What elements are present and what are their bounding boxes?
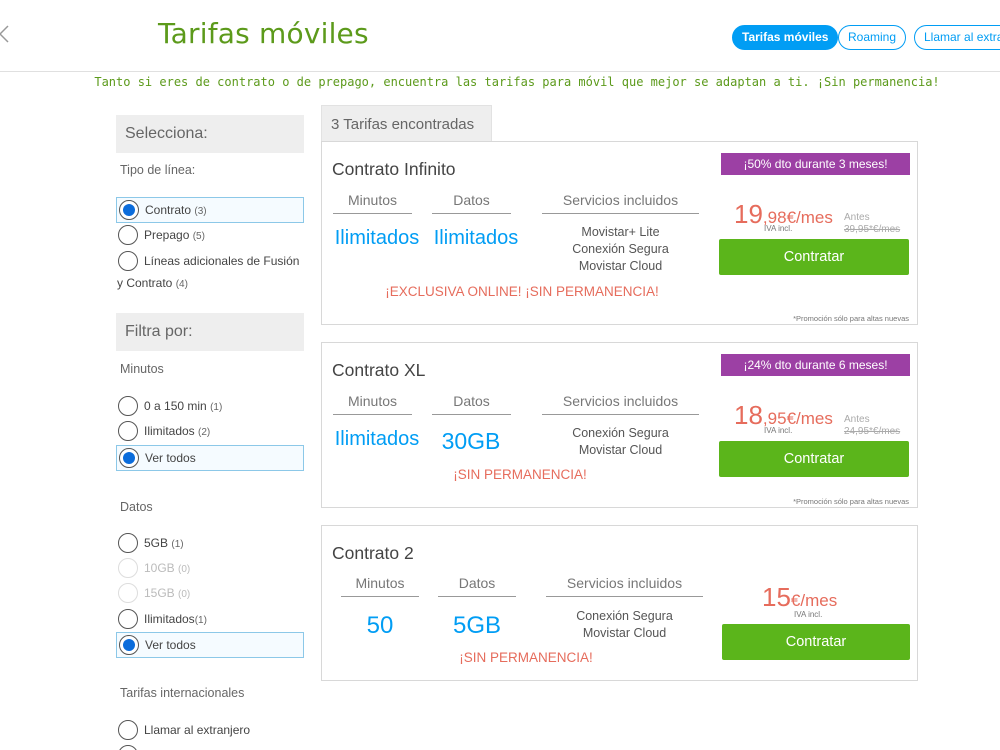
plan-price: 15€/mes: [762, 582, 838, 612]
radio-button-icon: [118, 396, 138, 416]
back-arrow-icon[interactable]: [0, 22, 14, 46]
radio-partial: [116, 743, 304, 750]
plan-card-contrato-2: Contrato 2 Minutos Datos Servicios inclu…: [321, 525, 918, 681]
data-value: 5GB: [452, 612, 502, 639]
filter-heading: Filtra por:: [116, 313, 304, 351]
contratar-button[interactable]: Contratar: [722, 624, 910, 660]
contratar-button[interactable]: Contratar: [719, 239, 909, 275]
iva-label: IVA incl.: [764, 426, 793, 435]
old-price: 39,95*€/mes: [844, 224, 901, 235]
radio-minutes-ver-todos[interactable]: Ver todos: [116, 445, 304, 471]
antes-label: Antes: [844, 414, 870, 425]
col-services-heading: Servicios incluidos: [542, 192, 699, 214]
promo-footnote: *Promoción sólo para altas nuevas: [793, 314, 909, 323]
data-value: 30GB: [441, 428, 501, 454]
radio-data-ver-todos[interactable]: Ver todos: [116, 632, 304, 658]
data-label: Datos: [120, 500, 153, 514]
contratar-button[interactable]: Contratar: [719, 441, 909, 477]
promo-footnote: *Promoción sólo para altas nuevas: [793, 497, 909, 506]
minutes-value: Ilimitados: [334, 428, 420, 450]
radio-llamar-extranjero[interactable]: Llamar al extranjero: [116, 718, 304, 744]
radio-button-icon: [118, 251, 138, 271]
intl-label: Tarifas internacionales: [120, 686, 245, 700]
results-count: 3 Tarifas encontradas: [321, 105, 492, 142]
radio-data-ilimitados[interactable]: Ilimitados(1): [116, 607, 304, 633]
tagline: Tanto si eres de contrato o de prepago, …: [94, 75, 940, 89]
radio-lineas-adicionales[interactable]: Líneas adicionales de Fusión y Contrato …: [116, 249, 304, 293]
plan-alert: ¡EXCLUSIVA ONLINE! ¡SIN PERMANENCIA!: [385, 284, 659, 299]
radio-data-15gb: 15GB (0): [116, 581, 304, 607]
col-minutes-heading: Minutos: [341, 575, 419, 597]
old-price: 24,95*€/mes: [844, 426, 901, 437]
plan-alert: ¡SIN PERMANENCIA!: [459, 650, 593, 665]
col-services-heading: Servicios incluidos: [542, 393, 699, 415]
plan-card-contrato-infinito: Contrato Infinito ¡50% dto durante 3 mes…: [321, 141, 918, 325]
iva-label: IVA incl.: [794, 610, 823, 619]
radio-button-icon: [118, 609, 138, 629]
minutes-value: 50: [366, 612, 394, 639]
radio-button-icon: [118, 745, 138, 750]
services-list: Conexión Segura Movistar Cloud: [576, 609, 673, 640]
iva-label: IVA incl.: [764, 224, 793, 233]
col-minutes-heading: Minutos: [333, 192, 412, 214]
page-header: Tarifas móviles Tarifas móviles Roaming …: [0, 0, 1000, 72]
radio-data-10gb: 10GB (0): [116, 556, 304, 582]
radio-button-icon: [119, 635, 139, 655]
plan-name: Contrato Infinito: [332, 159, 456, 179]
radio-minutes-0-150[interactable]: 0 a 150 min (1): [116, 394, 304, 420]
promo-badge: ¡50% dto durante 3 meses!: [721, 153, 910, 175]
radio-button-icon: [118, 225, 138, 245]
col-data-heading: Datos: [432, 192, 511, 214]
radio-button-icon: [118, 421, 138, 441]
nav-pill-llamar-extranjero[interactable]: Llamar al extra: [914, 25, 1000, 50]
radio-button-icon: [118, 583, 138, 603]
plan-card-contrato-xl: Contrato XL ¡24% dto durante 6 meses! Mi…: [321, 342, 918, 508]
radio-minutes-ilimitados[interactable]: Ilimitados (2): [116, 419, 304, 445]
col-services-heading: Servicios incluidos: [546, 575, 703, 597]
plan-alert: ¡SIN PERMANENCIA!: [453, 467, 587, 482]
services-list: Movistar+ Lite Conexión Segura Movistar …: [572, 225, 669, 273]
radio-button-icon: [119, 448, 139, 468]
radio-button-icon: [118, 533, 138, 553]
nav-pill-tarifas-moviles[interactable]: Tarifas móviles: [732, 25, 839, 50]
services-list: Conexión Segura Movistar Cloud: [572, 426, 669, 457]
radio-button-icon: [118, 720, 138, 740]
radio-button-icon: [118, 558, 138, 578]
plan-name: Contrato 2: [332, 543, 414, 563]
radio-button-icon: [119, 200, 139, 220]
plan-name: Contrato XL: [332, 360, 426, 380]
radio-prepago[interactable]: Prepago (5): [116, 223, 304, 249]
data-value: Ilimitados: [433, 227, 519, 249]
col-minutes-heading: Minutos: [333, 393, 412, 415]
col-data-heading: Datos: [438, 575, 516, 597]
col-data-heading: Datos: [432, 393, 511, 415]
select-heading: Selecciona:: [116, 115, 304, 153]
line-type-label: Tipo de línea:: [120, 163, 196, 177]
radio-data-5gb[interactable]: 5GB (1): [116, 531, 304, 557]
antes-label: Antes: [844, 212, 870, 223]
minutes-value: Ilimitados: [334, 227, 420, 249]
nav-pill-roaming[interactable]: Roaming: [838, 25, 907, 50]
promo-badge: ¡24% dto durante 6 meses!: [721, 354, 910, 376]
page-title: Tarifas móviles: [158, 17, 369, 50]
minutes-label: Minutos: [120, 362, 164, 376]
radio-contrato[interactable]: Contrato (3): [116, 197, 304, 223]
